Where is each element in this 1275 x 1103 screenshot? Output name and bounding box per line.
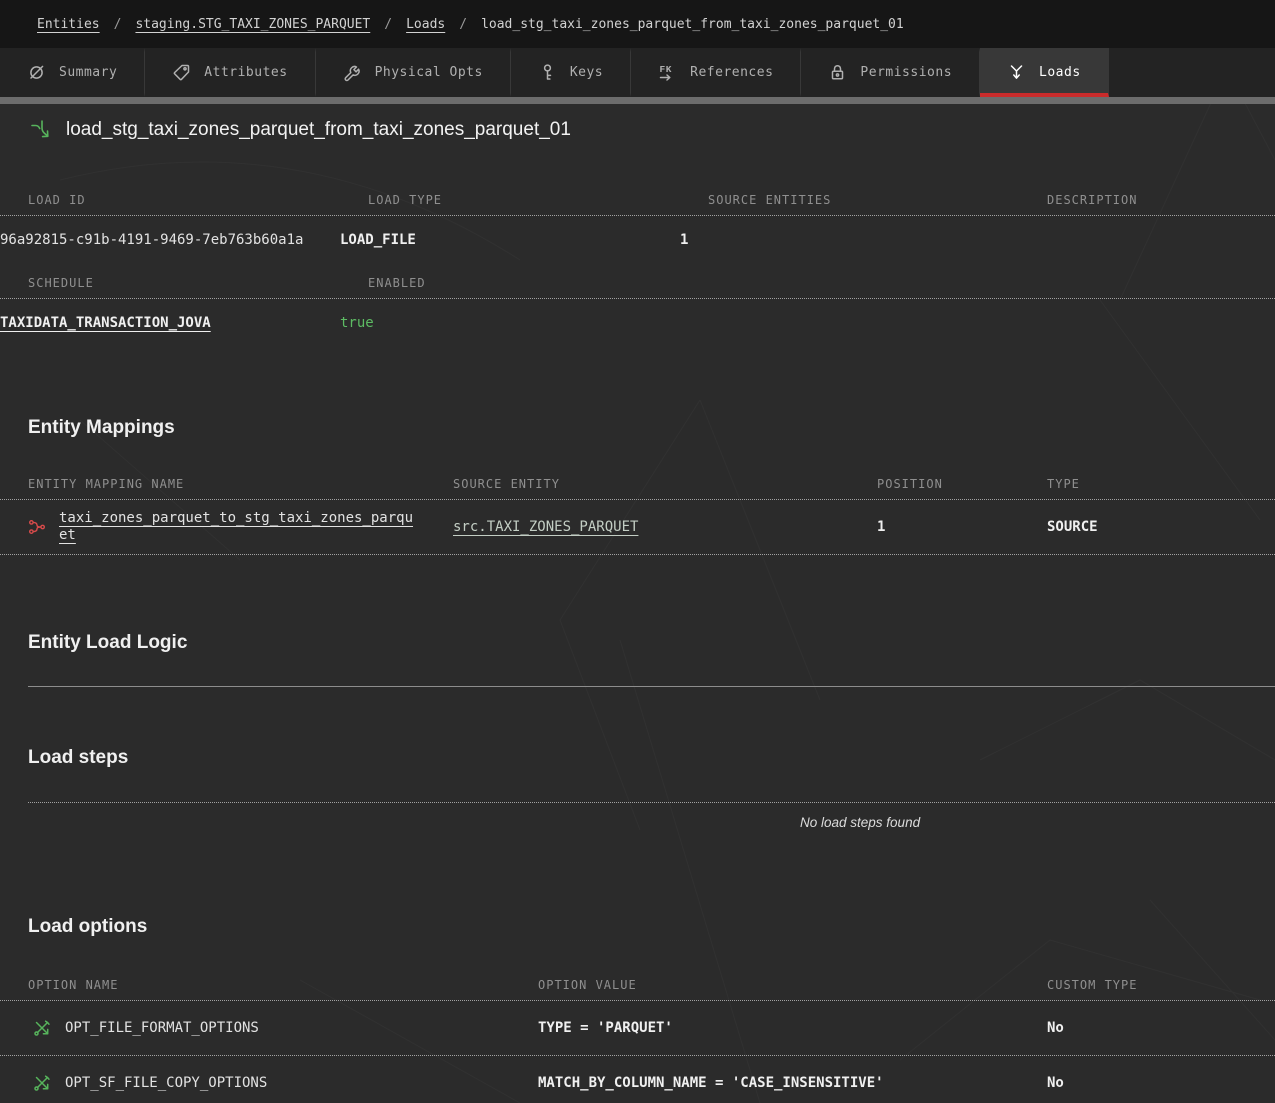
mapping-type-value: SOURCE bbox=[1047, 519, 1275, 535]
col-option-value: OPTION VALUE bbox=[538, 978, 1047, 1000]
load-details-header-row-1: LOAD ID LOAD TYPE SOURCE ENTITIES DESCRI… bbox=[0, 193, 1275, 216]
entity-mappings-heading: Entity Mappings bbox=[0, 417, 1275, 439]
load-type-label: LOAD TYPE bbox=[368, 193, 708, 215]
load-id-value: 96a92815-c91b-4191-9469-7eb763b60a1a bbox=[0, 232, 340, 248]
breadcrumb-link-entities[interactable]: Entities bbox=[37, 17, 100, 32]
tab-label: Keys bbox=[570, 65, 603, 80]
option-tools-icon bbox=[33, 1074, 51, 1092]
entity-load-logic-divider bbox=[28, 686, 1275, 687]
entity-mapping-row: taxi_zones_parquet_to_stg_taxi_zones_par… bbox=[0, 500, 1275, 555]
load-steps-empty-message: No load steps found bbox=[0, 803, 1275, 830]
horizontal-scrollbar[interactable] bbox=[0, 97, 1275, 104]
enabled-value: true bbox=[340, 315, 680, 331]
description-value bbox=[1019, 232, 1275, 248]
load-options-header-row: OPTION NAME OPTION VALUE CUSTOM TYPE bbox=[0, 978, 1275, 1001]
load-details-value-row-2: TAXIDATA_TRANSACTION_JOVA true bbox=[0, 299, 1275, 345]
tab-permissions[interactable]: Permissions bbox=[801, 48, 980, 97]
col-custom-type: CUSTOM TYPE bbox=[1047, 978, 1275, 1000]
tag-icon bbox=[172, 63, 191, 82]
load-id-label: LOAD ID bbox=[28, 193, 368, 215]
col-source-entity: SOURCE ENTITY bbox=[453, 477, 877, 499]
load-details-header-row-2: SCHEDULE ENABLED bbox=[0, 276, 1275, 299]
tab-references[interactable]: FK References bbox=[631, 48, 801, 97]
source-entity-link[interactable]: src.TAXI_ZONES_PARQUET bbox=[453, 519, 638, 535]
schedule-label: SCHEDULE bbox=[28, 276, 368, 298]
schedule-link[interactable]: TAXIDATA_TRANSACTION_JOVA bbox=[0, 315, 211, 331]
load-steps-heading: Load steps bbox=[0, 747, 1275, 769]
col-type: TYPE bbox=[1047, 477, 1275, 499]
description-label: DESCRIPTION bbox=[1047, 193, 1275, 215]
tab-physical-opts[interactable]: Physical Opts bbox=[316, 48, 511, 97]
mapping-position-value: 1 bbox=[877, 519, 1047, 535]
option-tools-icon bbox=[33, 1019, 51, 1037]
tab-label: Attributes bbox=[204, 65, 287, 80]
tab-keys[interactable]: Keys bbox=[511, 48, 631, 97]
option-custom-type: No bbox=[1047, 1020, 1275, 1036]
tab-attributes[interactable]: Attributes bbox=[145, 48, 315, 97]
option-custom-type: No bbox=[1047, 1075, 1275, 1091]
tab-label: Summary bbox=[59, 65, 117, 80]
load-options-heading: Load options bbox=[0, 916, 1275, 938]
summary-icon bbox=[27, 63, 46, 82]
entity-load-logic-heading: Entity Load Logic bbox=[0, 632, 1275, 654]
col-option-name: OPTION NAME bbox=[28, 978, 538, 1000]
entity-mappings-header-row: ENTITY MAPPING NAME SOURCE ENTITY POSITI… bbox=[0, 477, 1275, 500]
option-value: MATCH_BY_COLUMN_NAME = 'CASE_INSENSITIVE… bbox=[538, 1075, 1047, 1091]
col-entity-mapping-name: ENTITY MAPPING NAME bbox=[28, 477, 453, 499]
breadcrumb-link-loads[interactable]: Loads bbox=[406, 17, 445, 32]
key-icon bbox=[538, 63, 557, 82]
breadcrumb-separator: / bbox=[384, 17, 392, 32]
col-position: POSITION bbox=[877, 477, 1047, 499]
load-option-row: OPT_FILE_FORMAT_OPTIONS TYPE = 'PARQUET'… bbox=[0, 1001, 1275, 1056]
breadcrumb: Entities / staging.STG_TAXI_ZONES_PARQUE… bbox=[0, 0, 1275, 48]
entity-mapping-name-link[interactable]: taxi_zones_parquet_to_stg_taxi_zones_par… bbox=[59, 510, 413, 545]
load-type-value: LOAD_FILE bbox=[340, 232, 680, 248]
tab-label: Physical Opts bbox=[375, 65, 483, 80]
source-entities-label: SOURCE ENTITIES bbox=[708, 193, 1047, 215]
tab-label: References bbox=[690, 65, 773, 80]
lock-icon bbox=[828, 63, 847, 82]
option-name: OPT_SF_FILE_COPY_OPTIONS bbox=[65, 1075, 267, 1091]
tab-label: Permissions bbox=[860, 65, 952, 80]
merge-arrow-icon bbox=[1007, 63, 1026, 82]
breadcrumb-separator: / bbox=[114, 17, 122, 32]
breadcrumb-link-entity[interactable]: staging.STG_TAXI_ZONES_PARQUET bbox=[135, 17, 370, 32]
load-arrow-icon bbox=[28, 118, 52, 142]
svg-text:FK: FK bbox=[660, 64, 672, 75]
tab-bar: Summary Attributes Physical Opts Keys FK… bbox=[0, 48, 1275, 97]
tab-summary[interactable]: Summary bbox=[0, 48, 145, 97]
option-value: TYPE = 'PARQUET' bbox=[538, 1020, 1047, 1036]
page-title: load_stg_taxi_zones_parquet_from_taxi_zo… bbox=[66, 119, 571, 141]
fk-icon: FK bbox=[658, 63, 677, 82]
page-header: load_stg_taxi_zones_parquet_from_taxi_zo… bbox=[0, 104, 1275, 142]
load-option-row: OPT_SF_FILE_COPY_OPTIONS MATCH_BY_COLUMN… bbox=[0, 1056, 1275, 1103]
option-name: OPT_FILE_FORMAT_OPTIONS bbox=[65, 1020, 259, 1036]
tab-loads[interactable]: Loads bbox=[980, 48, 1109, 97]
wrench-icon bbox=[343, 63, 362, 82]
breadcrumb-current: load_stg_taxi_zones_parquet_from_taxi_zo… bbox=[481, 17, 904, 32]
load-details-value-row-1: 96a92815-c91b-4191-9469-7eb763b60a1a LOA… bbox=[0, 216, 1275, 262]
source-entities-value: 1 bbox=[680, 232, 1019, 248]
mapping-merge-icon bbox=[28, 518, 46, 536]
breadcrumb-separator: / bbox=[459, 17, 467, 32]
enabled-label: ENABLED bbox=[368, 276, 708, 298]
tab-label: Loads bbox=[1039, 65, 1081, 80]
